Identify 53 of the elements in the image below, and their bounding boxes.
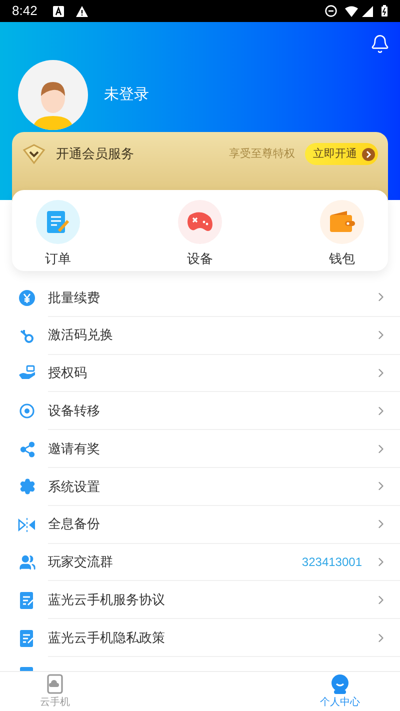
group-number: 323413001 <box>302 554 362 571</box>
document-icon <box>20 592 34 609</box>
menu-item[interactable]: 蓝光云手机隐私政策 <box>0 619 400 657</box>
signal-icon <box>362 6 373 16</box>
users-icon <box>18 554 36 571</box>
menu-item[interactable]: 系统设置 <box>0 468 400 506</box>
menu-label: 蓝光云手机隐私政策 <box>48 628 165 647</box>
menu-label: 批量续费 <box>48 288 100 307</box>
shortcut-label[interactable]: 订单 <box>45 249 71 268</box>
notification-bell-icon[interactable] <box>370 34 390 54</box>
target-icon <box>19 403 35 420</box>
vip-subtitle: 享受至尊特权 <box>229 146 295 162</box>
warning-icon <box>76 6 88 16</box>
status-time: 8:42 <box>12 2 38 20</box>
hand-icon <box>18 365 36 382</box>
menu-label: 蓝光云手机服务协议 <box>48 591 165 610</box>
menu-item[interactable]: 蓝光云手机服务协议 <box>0 581 400 620</box>
menu-label: 激活码兑换 <box>48 326 113 344</box>
menu-label: 玩家交流群 <box>48 553 113 572</box>
key-icon <box>19 328 35 344</box>
menu-label: 全息备份 <box>48 515 100 534</box>
wallet-icon <box>320 200 364 244</box>
gamepad-icon <box>178 200 222 244</box>
menu-item[interactable]: 授权码 <box>0 354 400 392</box>
arrow-right-icon <box>362 148 375 160</box>
nav-tab[interactable]: 个人中心 <box>320 672 360 711</box>
activate-button[interactable]: 立即开通 <box>305 143 378 165</box>
menu-item[interactable]: 玩家交流群 323413001 <box>0 544 400 582</box>
smiling-bot-icon <box>330 674 350 694</box>
menu-item[interactable]: 激活码兑换 <box>0 316 400 355</box>
menu-label: 邀请有奖 <box>48 440 100 458</box>
menu-item[interactable]: 邀请有奖 <box>0 430 400 468</box>
shortcut-label[interactable]: 设备 <box>187 249 213 268</box>
wifi-icon <box>345 6 358 16</box>
vip-title: 开通会员服务 <box>56 145 134 163</box>
phone-cloud-icon <box>47 674 63 694</box>
menu-item[interactable]: 全息备份 <box>0 506 400 544</box>
menu-label: 授权码 <box>48 364 87 382</box>
yuan-coin-icon <box>19 290 35 306</box>
mirror-triangles-icon <box>18 518 36 532</box>
document-icon <box>20 630 34 647</box>
note-pencil-icon <box>36 200 80 244</box>
battery-icon <box>381 5 388 17</box>
font-notification-icon <box>53 6 64 16</box>
do-not-disturb-icon <box>325 5 337 17</box>
shortcut-label[interactable]: 钱包 <box>329 249 355 268</box>
diamond-chevron-icon <box>22 144 46 164</box>
menu-item[interactable]: 设备转移 <box>0 392 400 430</box>
menu-label: 设备转移 <box>48 402 100 420</box>
settings-icon <box>18 478 36 496</box>
menu-label: 系统设置 <box>48 478 100 496</box>
menu-item[interactable]: 批量续费 <box>0 279 400 317</box>
share-icon <box>18 440 36 458</box>
